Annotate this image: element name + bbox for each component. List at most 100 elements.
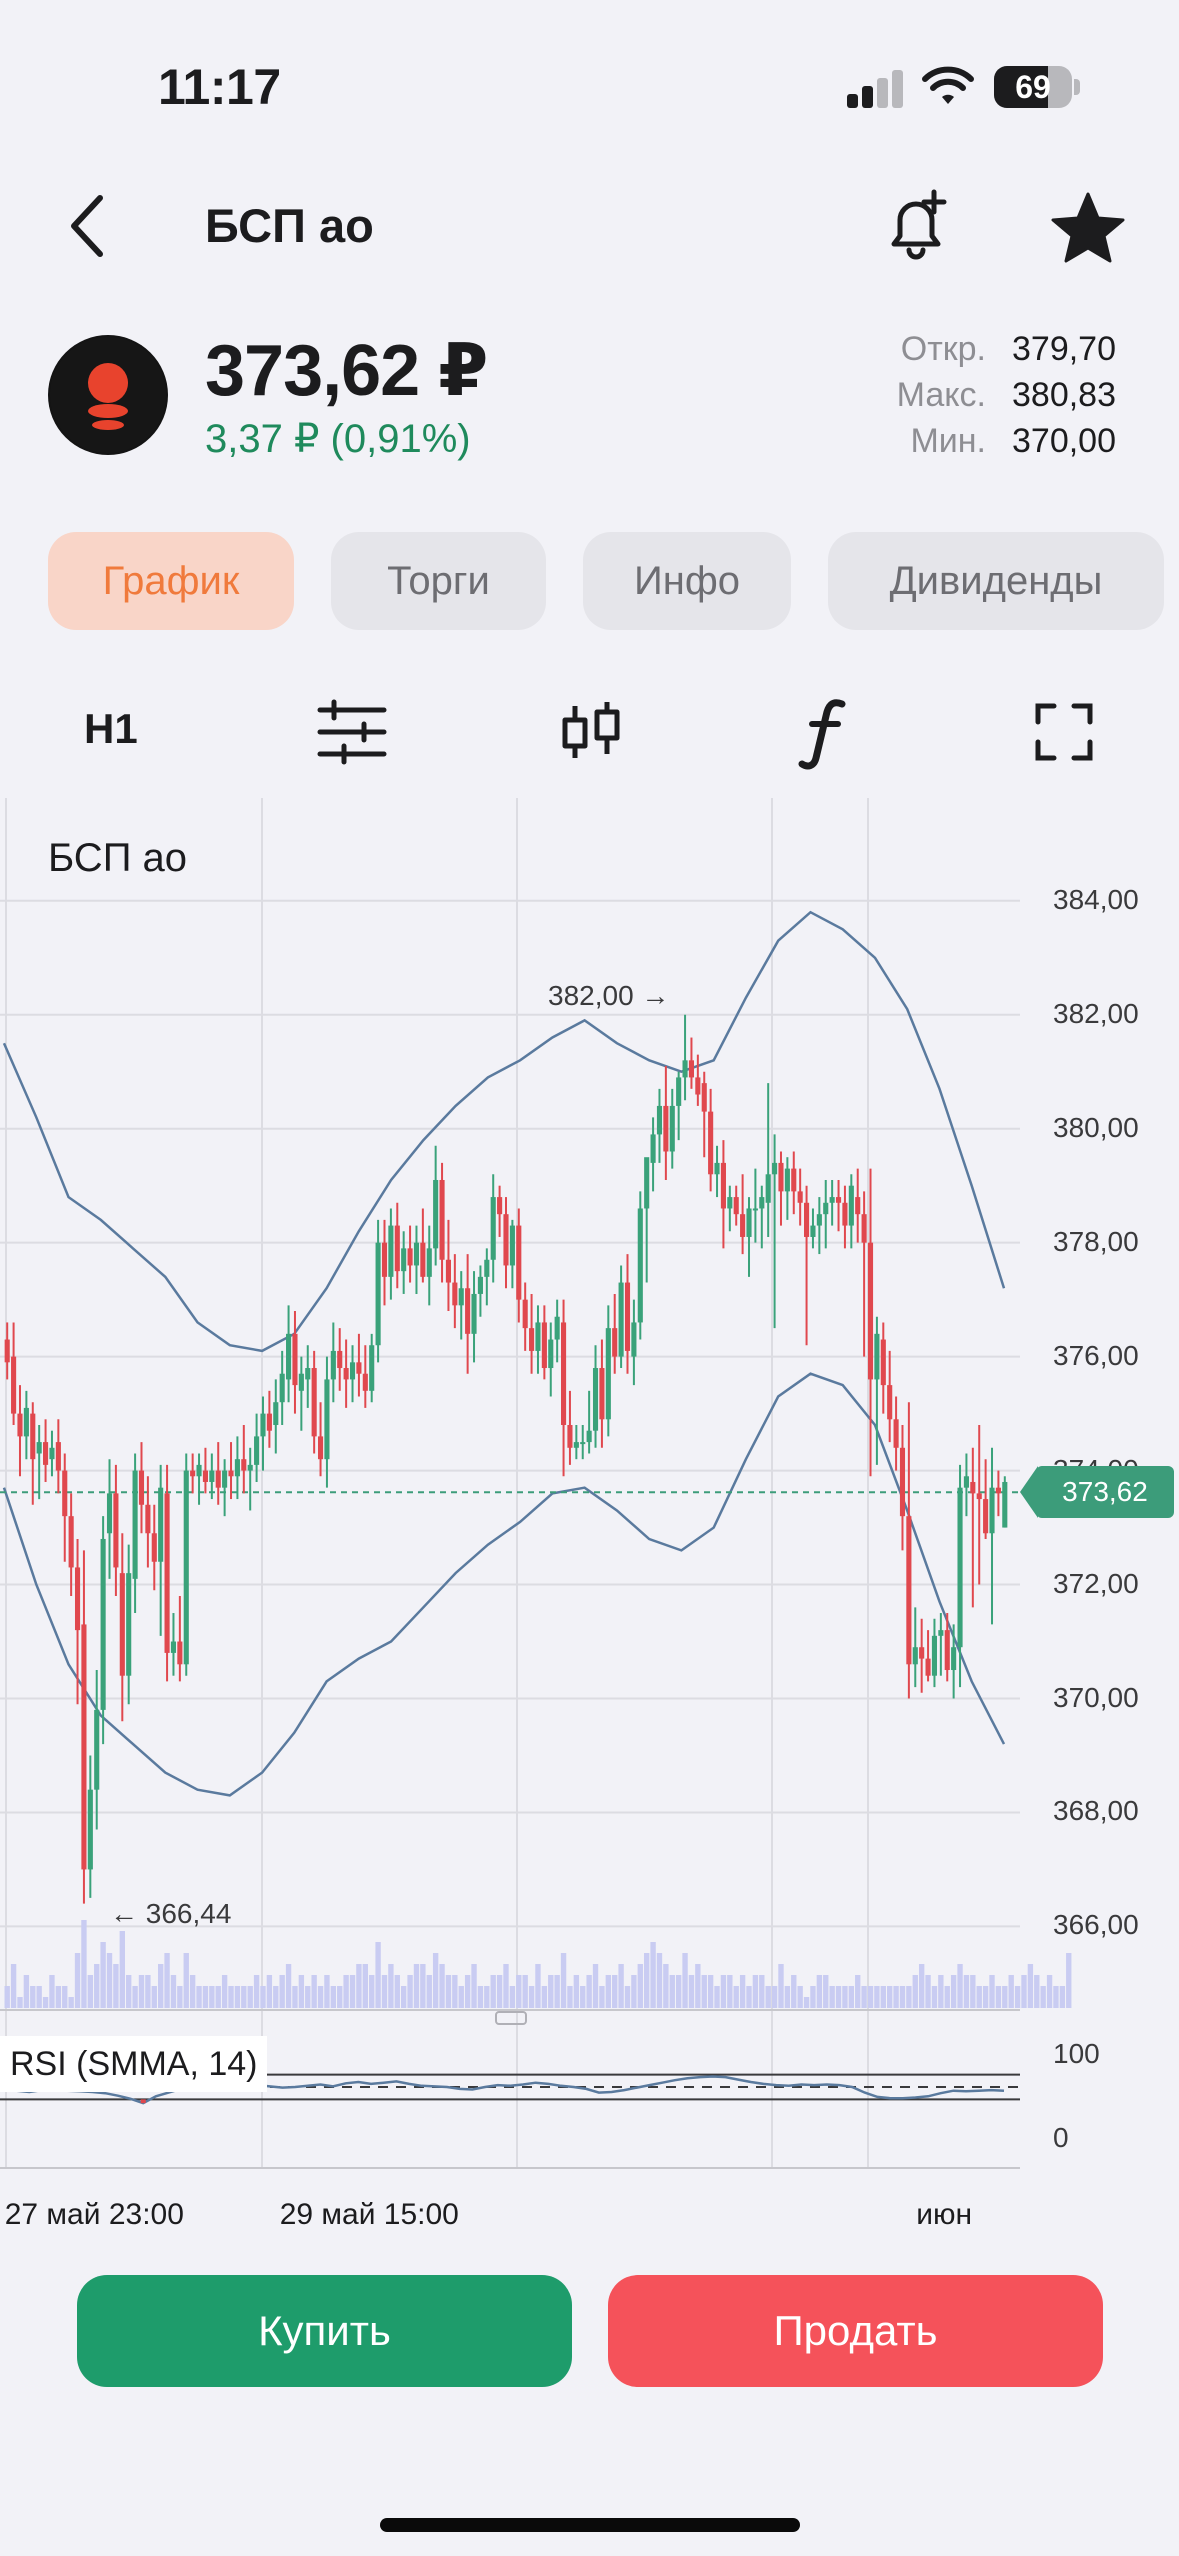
volume-bar	[605, 1975, 612, 2008]
volume-bar	[126, 1975, 132, 2008]
volume-bar	[375, 1942, 381, 2008]
volume-bar	[535, 1964, 541, 2008]
candle-down	[362, 1373, 368, 1391]
volume-bar	[151, 1986, 157, 2008]
candle-up	[490, 1197, 496, 1260]
candle-up	[823, 1202, 829, 1215]
candle-up	[759, 1197, 765, 1209]
indicators-button[interactable]	[786, 692, 866, 772]
volume-bar	[432, 1953, 439, 2008]
volume-bar	[567, 1986, 573, 2008]
wifi-icon	[922, 66, 974, 106]
tab-info[interactable]: Инфо	[583, 532, 791, 630]
volume-bar	[132, 1986, 138, 2008]
back-button[interactable]	[60, 190, 120, 262]
volume-bar	[221, 1975, 228, 2008]
candle-up	[637, 1208, 643, 1323]
candle-down	[612, 1328, 618, 1357]
rsi-indicator-label[interactable]: RSI (SMMA, 14)	[0, 2036, 268, 2092]
volume-bar	[119, 1931, 125, 2008]
candle-down	[145, 1504, 151, 1534]
candle-up	[580, 1442, 586, 1445]
y-axis-tick: 378,00	[1053, 1225, 1139, 1257]
volume-bar	[720, 1975, 727, 2008]
volume-bar	[292, 1986, 298, 2008]
volume-bar	[164, 1953, 170, 2008]
volume-bar	[516, 1975, 522, 2008]
candle-down	[899, 1447, 906, 1517]
candle-down	[138, 1470, 145, 1505]
volume-bar	[445, 1975, 452, 2008]
candle-down	[465, 1288, 471, 1334]
candle-down	[778, 1162, 784, 1192]
volume-bar	[305, 1986, 311, 2008]
volume-bar	[394, 1975, 400, 2008]
candle-down	[797, 1191, 803, 1203]
page-title: БСП ао	[205, 199, 374, 252]
candle-down	[394, 1225, 400, 1272]
candle-down	[695, 1077, 701, 1095]
candle-up	[286, 1333, 292, 1380]
x-axis-tick: 27 май 23:00	[4, 2198, 184, 2231]
candle-up	[170, 1641, 177, 1653]
tab-chart[interactable]: График	[48, 532, 294, 630]
candle-down	[976, 1493, 982, 1500]
open-value: 379,70	[1012, 330, 1116, 368]
volume-bar	[42, 1997, 49, 2008]
fullscreen-button[interactable]	[1024, 692, 1104, 772]
candle-up	[100, 1538, 106, 1710]
favorite-button[interactable]	[1048, 188, 1128, 268]
buy-button[interactable]: Купить	[77, 2275, 572, 2387]
candle-down	[497, 1197, 503, 1215]
y-axis-tick: 376,00	[1053, 1339, 1139, 1371]
volume-bar	[810, 1986, 816, 2008]
volume-bar	[23, 1975, 30, 2008]
chart-type-button[interactable]	[551, 692, 631, 772]
candle-down	[995, 1487, 1001, 1494]
candle-down	[215, 1470, 221, 1488]
candle-down	[452, 1282, 458, 1306]
y-axis-tick: 366,00	[1053, 1909, 1139, 1941]
candle-down	[317, 1436, 324, 1460]
volume-bar	[982, 1986, 989, 2008]
volume-bar	[4, 1986, 10, 2008]
volume-bar	[778, 1964, 784, 2008]
candle-up	[426, 1248, 432, 1277]
tab-dividends[interactable]: Дивиденды	[828, 532, 1164, 630]
volume-bar	[950, 1975, 957, 2008]
volume-bar	[138, 1975, 145, 2008]
timeframe-button[interactable]: H1	[84, 705, 138, 753]
candle-down	[177, 1641, 183, 1665]
candle-down	[880, 1339, 886, 1386]
volume-bar	[931, 1986, 938, 2008]
open-label: Откр.	[900, 330, 986, 368]
volume-bar	[113, 1964, 119, 2008]
volume-bar	[1059, 1986, 1066, 2008]
volume-bar	[490, 1975, 496, 2008]
volume-bar	[349, 1975, 356, 2008]
volume-bar	[343, 1975, 349, 2008]
candle-down	[970, 1481, 976, 1494]
volume-bar	[311, 1975, 317, 2008]
sell-button[interactable]: Продать	[608, 2275, 1103, 2387]
candle-up	[222, 1470, 228, 1488]
candle-up	[631, 1322, 637, 1357]
volume-bar	[381, 1975, 388, 2008]
volume-bar	[55, 1986, 62, 2008]
home-indicator	[380, 2518, 800, 2532]
candle-down	[266, 1413, 272, 1431]
volume-bar	[202, 1986, 209, 2008]
add-alert-button[interactable]	[876, 186, 956, 266]
volume-bar	[624, 1986, 631, 2008]
candle-up	[618, 1282, 624, 1357]
volume-bar	[503, 1964, 509, 2008]
candle-down	[701, 1083, 707, 1112]
candle-up	[656, 1105, 663, 1135]
candle-up	[772, 1162, 778, 1175]
chart-settings-button[interactable]	[312, 692, 392, 772]
tab-trades[interactable]: Торги	[331, 532, 546, 630]
candle-up	[183, 1470, 189, 1665]
candle-up	[477, 1276, 483, 1294]
volume-bar	[765, 1986, 771, 2008]
candle-up	[401, 1248, 407, 1272]
